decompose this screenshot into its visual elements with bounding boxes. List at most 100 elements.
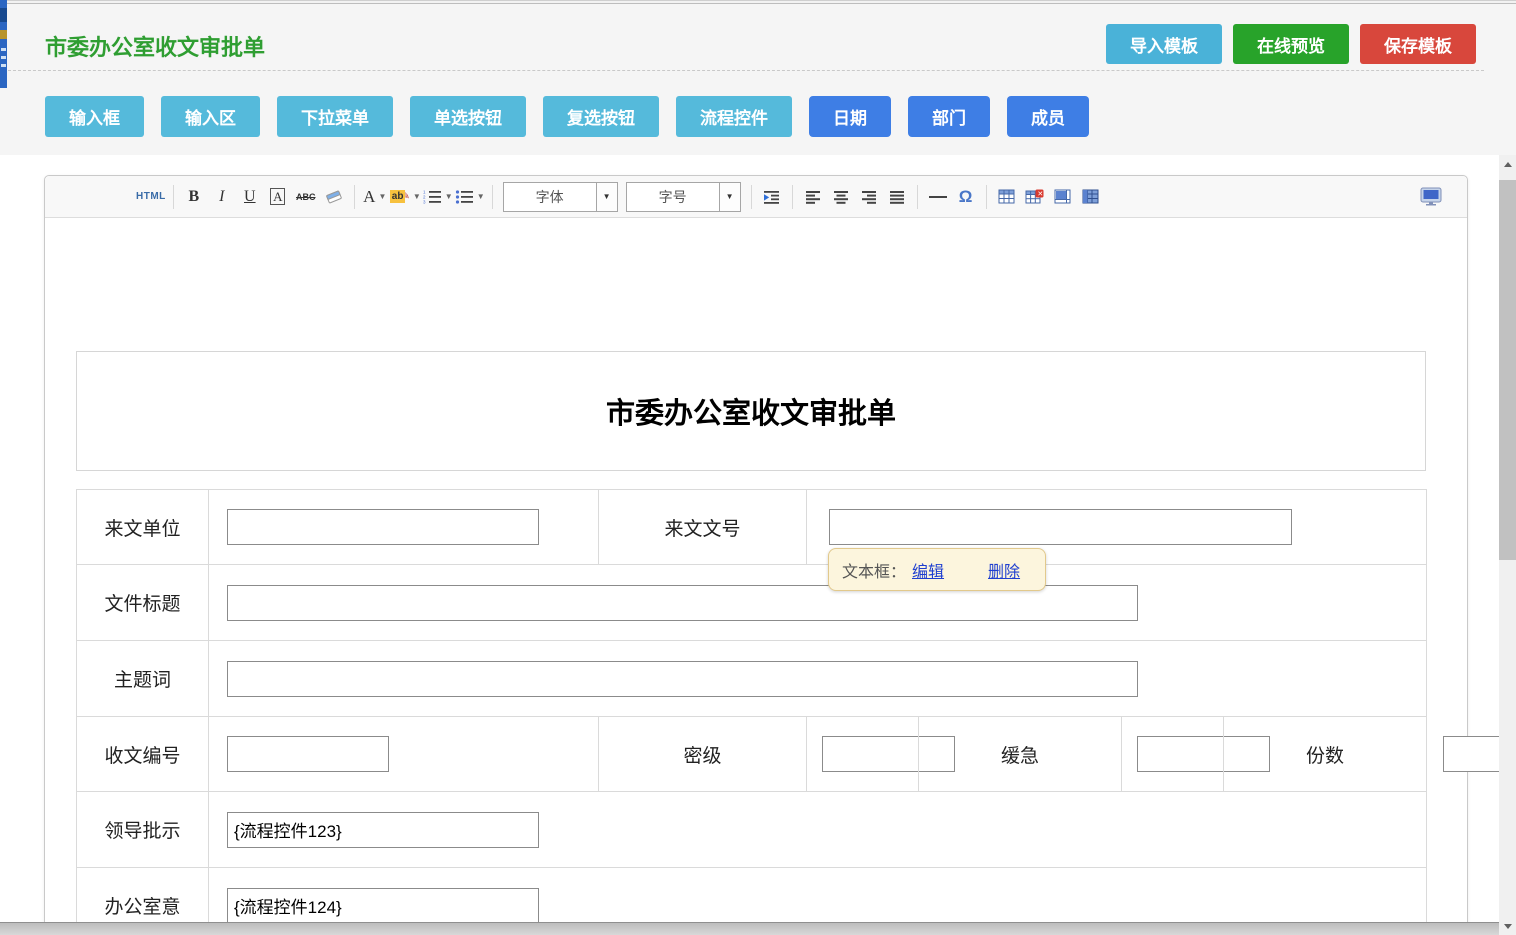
- save-template-button[interactable]: 保存模板: [1360, 24, 1476, 64]
- toolbar-separator: [354, 185, 355, 209]
- header-dashed-divider: [8, 70, 1484, 71]
- triangle-down-icon: [1504, 924, 1512, 929]
- lingdao-pishi-input[interactable]: [227, 812, 539, 848]
- header-action-buttons: 导入模板 在线预览 保存模板: [1106, 24, 1476, 64]
- form-table: 来文单位 来文文号 文件标题 主题词 收文编号 密级 缓急 份数: [76, 489, 1427, 935]
- triangle-up-icon: [1504, 162, 1512, 167]
- control-tooltip: 文本框： 编辑 删除: [828, 548, 1046, 591]
- bold-icon[interactable]: B: [181, 183, 207, 211]
- table-row: 文件标题: [77, 565, 1427, 641]
- horizontal-rule-icon[interactable]: [925, 183, 951, 211]
- field-label: 来文文号: [599, 490, 807, 565]
- dropdown-caret-icon: ▼: [477, 192, 485, 201]
- font-size-select[interactable]: 字号 ▼: [626, 182, 741, 212]
- svg-text:3: 3: [423, 200, 426, 205]
- cell-properties-icon[interactable]: [1050, 183, 1076, 211]
- widget-button-dropdown[interactable]: 下拉菜单: [277, 96, 393, 137]
- widget-button-member[interactable]: 成员: [1007, 96, 1089, 137]
- dropdown-caret-icon[interactable]: ▼: [596, 183, 617, 211]
- toolbar-separator: [173, 185, 174, 209]
- field-label: 来文单位: [77, 490, 209, 565]
- eraser-icon[interactable]: [321, 183, 347, 211]
- strikethrough-icon[interactable]: ABC: [293, 183, 319, 211]
- page-title: 市委办公室收文审批单: [45, 30, 265, 62]
- taskbar-edge: [0, 922, 1499, 935]
- toolbar-separator: [751, 185, 752, 209]
- scroll-down-button[interactable]: [1499, 917, 1516, 935]
- delete-control-link[interactable]: 删除: [988, 558, 1020, 582]
- background-window-fragment: [1, 64, 6, 67]
- insert-table-icon[interactable]: [994, 183, 1020, 211]
- background-window-fragment: [0, 30, 7, 39]
- highlight-color-icon[interactable]: ab✎▼: [390, 183, 421, 211]
- window-top-edge: [0, 0, 1516, 4]
- page-header: 市委办公室收文审批单 导入模板 在线预览 保存模板 输入框 输入区 下拉菜单 单…: [0, 0, 1516, 155]
- shouwen-bianhao-input[interactable]: [227, 736, 389, 772]
- widget-button-radio[interactable]: 单选按钮: [410, 96, 526, 137]
- widget-button-textarea[interactable]: 输入区: [161, 96, 260, 137]
- ordered-list-icon[interactable]: 1 2 3 ▼: [423, 183, 453, 211]
- widget-button-flow-control[interactable]: 流程控件: [676, 96, 792, 137]
- editor-toolbar: HTML B I U A ABC A▼ ab✎▼ 1 2: [45, 176, 1467, 218]
- field-label: 密级: [599, 717, 807, 792]
- fullscreen-icon[interactable]: [1418, 182, 1444, 210]
- background-window-fragment: [1, 48, 6, 51]
- font-frame-icon[interactable]: A: [265, 183, 291, 211]
- align-right-icon[interactable]: [856, 183, 882, 211]
- laiwen-wenhao-input[interactable]: [829, 509, 1292, 545]
- widget-button-department[interactable]: 部门: [908, 96, 990, 137]
- table-properties-icon[interactable]: [1078, 183, 1104, 211]
- source-code-icon[interactable]: HTML: [136, 183, 166, 211]
- field-label: 缓急: [919, 717, 1122, 792]
- align-justify-icon[interactable]: [884, 183, 910, 211]
- table-row: 主题词: [77, 641, 1427, 717]
- toolbar-separator: [792, 185, 793, 209]
- field-label: 份数: [1224, 717, 1427, 792]
- font-family-select[interactable]: 字体 ▼: [503, 182, 618, 212]
- import-template-button[interactable]: 导入模板: [1106, 24, 1222, 64]
- online-preview-button[interactable]: 在线预览: [1233, 24, 1349, 64]
- background-window-sliver: [0, 0, 7, 88]
- field-label: 文件标题: [77, 565, 209, 641]
- widget-button-input-box[interactable]: 输入框: [45, 96, 144, 137]
- field-label: 领导批示: [77, 792, 209, 868]
- form-title-box: 市委办公室收文审批单: [76, 351, 1426, 471]
- scrollbar-thumb[interactable]: [1499, 180, 1516, 560]
- toolbar-separator: [492, 185, 493, 209]
- indent-icon[interactable]: [759, 183, 785, 211]
- widget-button-row: 输入框 输入区 下拉菜单 单选按钮 复选按钮 流程控件 日期 部门 成员: [45, 96, 1089, 137]
- unordered-list-icon[interactable]: ▼: [455, 183, 485, 211]
- table-row: 收文编号 密级 缓急 份数: [77, 717, 1427, 792]
- form-title: 市委办公室收文审批单: [606, 390, 896, 432]
- background-window-fragment: [0, 8, 7, 22]
- edit-control-link[interactable]: 编辑: [912, 558, 944, 582]
- widget-button-date[interactable]: 日期: [809, 96, 891, 137]
- table-row: 来文单位 来文文号: [77, 490, 1427, 565]
- tooltip-label: 文本框：: [842, 558, 906, 582]
- svg-text:✕: ✕: [1038, 191, 1044, 198]
- field-label: 主题词: [77, 641, 209, 717]
- align-left-icon[interactable]: [800, 183, 826, 211]
- form-template-editor-page: 市委办公室收文审批单 导入模板 在线预览 保存模板 输入框 输入区 下拉菜单 单…: [0, 0, 1516, 935]
- laiwen-danwei-input[interactable]: [227, 509, 539, 545]
- dropdown-caret-icon[interactable]: ▼: [719, 183, 740, 211]
- delete-table-icon[interactable]: ✕: [1022, 183, 1048, 211]
- bangongshi-yijian-input[interactable]: [227, 888, 539, 924]
- widget-button-checkbox[interactable]: 复选按钮: [543, 96, 659, 137]
- font-color-icon[interactable]: A▼: [362, 183, 388, 211]
- vertical-scrollbar[interactable]: [1499, 155, 1516, 935]
- underline-icon[interactable]: U: [237, 183, 263, 211]
- toolbar-separator: [917, 185, 918, 209]
- background-window-fragment: [1, 56, 6, 59]
- scroll-up-button[interactable]: [1499, 155, 1516, 173]
- align-center-icon[interactable]: [828, 183, 854, 211]
- special-char-icon[interactable]: Ω: [953, 183, 979, 211]
- dropdown-caret-icon: ▼: [378, 192, 386, 201]
- table-row: 领导批示: [77, 792, 1427, 868]
- rich-text-editor: HTML B I U A ABC A▼ ab✎▼ 1 2: [44, 175, 1468, 935]
- dropdown-caret-icon: ▼: [445, 192, 453, 201]
- italic-icon[interactable]: I: [209, 183, 235, 211]
- toolbar-separator: [986, 185, 987, 209]
- field-label: 收文编号: [77, 717, 209, 792]
- zhutici-input[interactable]: [227, 661, 1138, 697]
